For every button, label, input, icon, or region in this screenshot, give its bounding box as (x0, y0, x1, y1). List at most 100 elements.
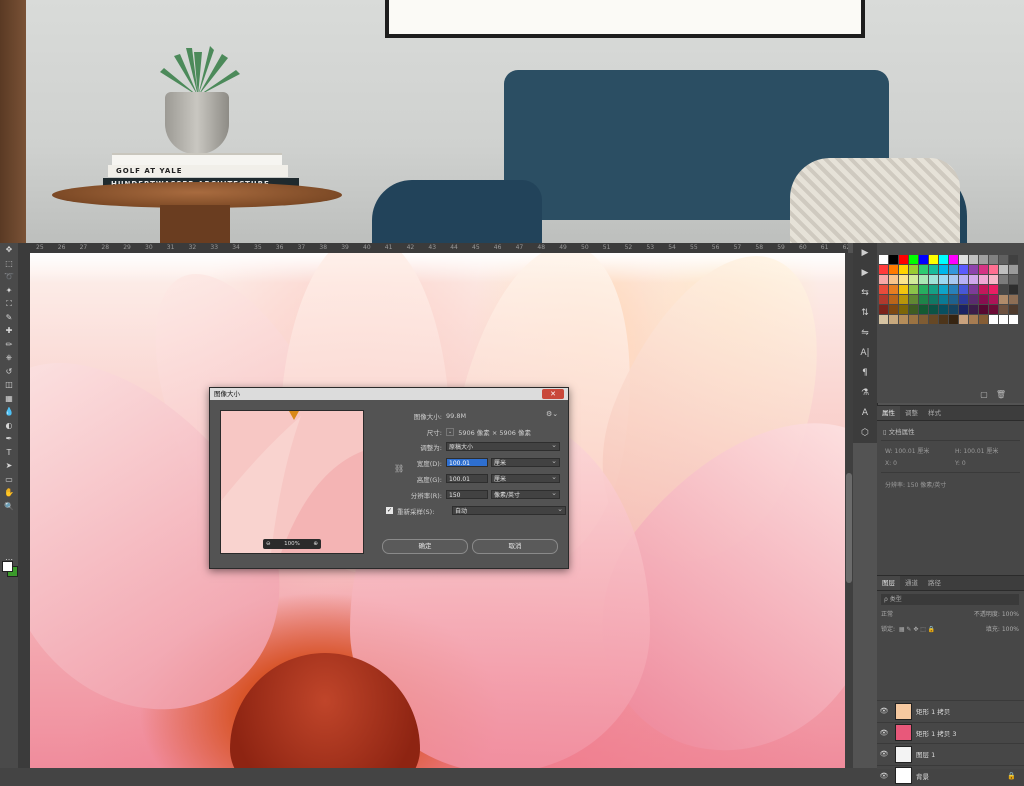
color-swatch[interactable] (919, 295, 928, 304)
height-unit-select[interactable]: 厘米 (491, 473, 560, 483)
tab-channels[interactable]: 通道 (900, 576, 923, 590)
tab-properties[interactable]: 属性 (877, 406, 900, 420)
visibility-eye-icon[interactable]: 👁 (877, 772, 891, 780)
lasso-icon[interactable]: ➰ (0, 270, 18, 284)
color-swatch[interactable] (969, 305, 978, 314)
color-swatch[interactable] (949, 265, 958, 274)
color-swatch[interactable] (999, 315, 1008, 324)
visibility-eye-icon[interactable]: 👁 (877, 707, 891, 715)
color-swatch[interactable] (899, 255, 908, 264)
color-swatch[interactable] (979, 285, 988, 294)
new-folder-icon[interactable]: ▢ (980, 390, 996, 399)
color-swatch[interactable] (879, 295, 888, 304)
color-swatch[interactable] (979, 295, 988, 304)
color-swatch[interactable] (969, 255, 978, 264)
color-swatch[interactable] (1009, 255, 1018, 264)
color-swatch[interactable] (919, 265, 928, 274)
color-swatch[interactable] (889, 275, 898, 284)
color-swatch[interactable] (949, 295, 958, 304)
eraser-icon[interactable]: ◫ (0, 378, 18, 392)
panel-toggle-icon[interactable]: A (853, 403, 877, 423)
height-field[interactable]: H: 100.01 厘米 (955, 446, 998, 455)
color-swatch[interactable] (889, 265, 898, 274)
width-unit-select[interactable]: 厘米 (491, 457, 560, 467)
color-swatch[interactable] (919, 285, 928, 294)
color-swatch[interactable] (889, 295, 898, 304)
color-swatch[interactable] (969, 285, 978, 294)
color-swatch[interactable] (979, 305, 988, 314)
zoom-out-icon[interactable]: ⊖ (266, 541, 271, 547)
blur-icon[interactable]: 💧 (0, 405, 18, 419)
resample-select[interactable]: 自动 (452, 505, 566, 515)
color-swatch[interactable] (939, 315, 948, 324)
color-swatch[interactable] (999, 275, 1008, 284)
color-swatch[interactable] (879, 255, 888, 264)
color-swatch[interactable] (939, 265, 948, 274)
color-swatch[interactable] (909, 305, 918, 314)
color-swatch[interactable] (1009, 315, 1018, 324)
visibility-eye-icon[interactable]: 👁 (877, 729, 891, 737)
color-swatch[interactable] (929, 305, 938, 314)
color-swatch[interactable] (939, 285, 948, 294)
color-swatch[interactable] (939, 275, 948, 284)
color-swatch[interactable] (1009, 305, 1018, 314)
zoom-in-icon[interactable]: ⊕ (313, 541, 318, 547)
layer-row[interactable]: 👁 矩形 1 拷贝 (877, 700, 1024, 721)
color-swatch[interactable] (1009, 265, 1018, 274)
color-swatch[interactable] (989, 315, 998, 324)
layer-row[interactable]: 👁 矩形 1 拷贝 3 (877, 721, 1024, 743)
color-swatch[interactable] (979, 255, 988, 264)
color-swatch[interactable] (939, 255, 948, 264)
color-swatch[interactable] (979, 275, 988, 284)
fill-field[interactable]: 填充: 100% (986, 624, 1019, 635)
color-swatch[interactable] (899, 285, 908, 294)
color-swatch[interactable] (929, 255, 938, 264)
color-swatch[interactable] (989, 255, 998, 264)
pen-icon[interactable]: ✒ (0, 432, 18, 446)
color-swatch[interactable] (979, 265, 988, 274)
history-brush-icon[interactable]: ↺ (0, 365, 18, 379)
tab-layers[interactable]: 图层 (877, 576, 900, 590)
hand-icon[interactable]: ✋ (0, 486, 18, 500)
resolution-unit-select[interactable]: 像素/英寸 (491, 489, 560, 499)
layer-filter[interactable]: ρ 类型 (881, 594, 1019, 605)
color-swatch[interactable] (879, 285, 888, 294)
color-swatch[interactable] (989, 295, 998, 304)
color-swatch[interactable] (919, 315, 928, 324)
color-swatch[interactable] (919, 305, 928, 314)
opacity-field[interactable]: 不透明度: 100% (974, 609, 1019, 620)
stamp-icon[interactable]: ⎈ (0, 351, 18, 365)
color-swatch[interactable] (949, 305, 958, 314)
crop-icon[interactable]: ⛶ (0, 297, 18, 311)
fit-to-select[interactable]: 原稿大小 (446, 441, 560, 451)
color-swatch[interactable] (889, 315, 898, 324)
color-swatch[interactable] (929, 265, 938, 274)
color-swatch[interactable] (999, 265, 1008, 274)
image-preview[interactable]: ⊖ 100% ⊕ (220, 410, 364, 554)
color-swatch[interactable] (989, 265, 998, 274)
color-swatch[interactable] (999, 285, 1008, 294)
color-swatch[interactable] (879, 315, 888, 324)
visibility-eye-icon[interactable]: 👁 (877, 750, 891, 758)
panel-toggle-icon[interactable]: A| (853, 343, 877, 363)
color-swatch[interactable] (879, 305, 888, 314)
color-swatch[interactable] (879, 275, 888, 284)
tab-paths[interactable]: 路径 (923, 576, 946, 590)
color-swatch[interactable] (939, 295, 948, 304)
color-swatch[interactable] (999, 255, 1008, 264)
x-field[interactable]: X: 0 (885, 460, 897, 467)
color-swatch[interactable] (979, 315, 988, 324)
color-swatch[interactable] (939, 305, 948, 314)
move-icon[interactable]: ✥ (0, 243, 18, 257)
color-swatch[interactable] (969, 295, 978, 304)
color-swatch[interactable] (999, 305, 1008, 314)
color-swatch[interactable] (919, 255, 928, 264)
color-swatch[interactable] (1009, 275, 1018, 284)
color-swatch[interactable] (969, 275, 978, 284)
dimensions-dropdown-icon[interactable]: ⌄ (446, 427, 455, 436)
close-button[interactable]: ✕ (542, 389, 564, 399)
color-swatch[interactable] (909, 265, 918, 274)
panel-toggle-icon[interactable]: ⇋ (853, 323, 877, 343)
color-swatch[interactable] (889, 255, 898, 264)
color-swatch[interactable] (959, 255, 968, 264)
